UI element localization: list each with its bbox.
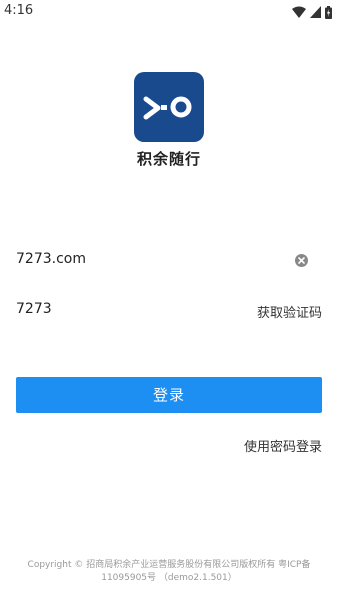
verification-code-field[interactable]: 7273 获取验证码 bbox=[16, 296, 322, 326]
login-screen: 4:16 积余随行 7273.com 7273 获取验证码 登录 使用密码登录 … bbox=[0, 0, 338, 600]
login-button[interactable]: 登录 bbox=[16, 377, 322, 413]
verification-code-value[interactable]: 7273 bbox=[16, 301, 52, 317]
clear-icon[interactable] bbox=[295, 254, 308, 267]
password-login-link[interactable]: 使用密码登录 bbox=[244, 436, 322, 455]
battery-charging-icon bbox=[325, 5, 332, 19]
app-name: 积余随行 bbox=[136, 150, 201, 168]
account-field[interactable]: 7273.com bbox=[16, 246, 322, 276]
account-input-value[interactable]: 7273.com bbox=[16, 251, 86, 267]
copyright-line-1: Copyright © 招商局积余产业运营服务股份有限公司版权所有 粤ICP备 bbox=[27, 560, 311, 570]
status-time: 4:16 bbox=[4, 3, 34, 18]
copyright-footer: Copyright © 招商局积余产业运营服务股份有限公司版权所有 粤ICP备 … bbox=[20, 559, 318, 585]
cellular-signal-icon bbox=[310, 6, 321, 18]
app-logo-icon bbox=[134, 72, 204, 142]
get-code-button[interactable]: 获取验证码 bbox=[257, 302, 322, 321]
copyright-line-2: 11095905号 （demo2.1.501） bbox=[101, 573, 237, 583]
status-icons bbox=[292, 5, 332, 19]
wifi-icon bbox=[292, 6, 306, 18]
status-bar: 4:16 bbox=[0, 0, 338, 24]
